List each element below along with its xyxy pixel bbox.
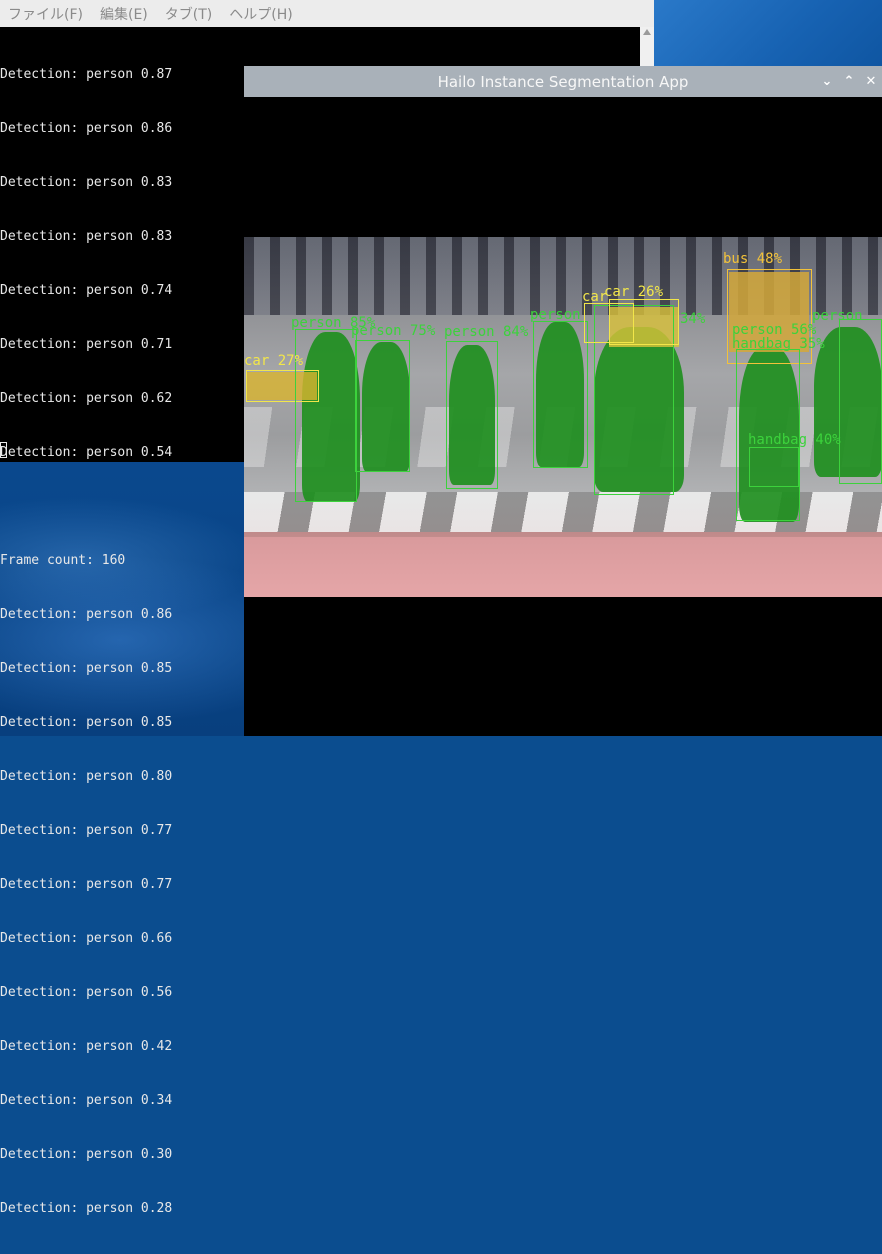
person-bbox bbox=[839, 319, 882, 484]
detection-label: person 56% bbox=[732, 322, 817, 338]
maximize-button[interactable]: ⌃ bbox=[840, 72, 858, 90]
menu-tab[interactable]: タブ(T) bbox=[157, 4, 221, 24]
terminal-line: Detection: person 0.56 bbox=[0, 985, 173, 1000]
menu-file[interactable]: ファイル(F) bbox=[0, 4, 92, 24]
menu-edit[interactable]: 編集(E) bbox=[92, 4, 157, 24]
person-bbox bbox=[446, 341, 498, 489]
detection-label: car 26% bbox=[604, 284, 664, 300]
person-bbox bbox=[533, 321, 588, 468]
terminal-menubar: ファイル(F) 編集(E) タブ(T) ヘルプ(H) bbox=[0, 0, 654, 27]
sidewalk bbox=[244, 537, 882, 597]
app-titlebar[interactable]: Hailo Instance Segmentation App ⌄ ⌃ ✕ bbox=[244, 66, 882, 97]
video-frame: car 27% person 85% person 75% person 84%… bbox=[244, 237, 882, 597]
detection-label: car 27% bbox=[244, 353, 304, 369]
terminal-line: Detection: person 0.66 bbox=[0, 931, 173, 946]
terminal-line: Detection: person 0.30 bbox=[0, 1147, 173, 1162]
terminal-line: Detection: person 0.34 bbox=[0, 1093, 173, 1108]
person-bbox bbox=[355, 340, 410, 472]
terminal-line: Detection: person 0.42 bbox=[0, 1039, 173, 1054]
close-button[interactable]: ✕ bbox=[862, 72, 880, 90]
terminal-line: Detection: person 0.77 bbox=[0, 823, 173, 838]
detection-label: person 84% bbox=[444, 324, 529, 340]
menu-help[interactable]: ヘルプ(H) bbox=[221, 4, 301, 24]
detection-label: 34% bbox=[680, 311, 706, 327]
terminal-line: Detection: person 0.28 bbox=[0, 1201, 173, 1216]
terminal-cursor bbox=[0, 442, 7, 458]
handbag-bbox bbox=[749, 447, 799, 487]
person-bbox bbox=[295, 329, 357, 502]
desktop-wallpaper-corner bbox=[654, 0, 882, 66]
terminal-line: Detection: person 0.77 bbox=[0, 877, 173, 892]
detection-label: person bbox=[530, 307, 581, 323]
minimize-button[interactable]: ⌄ bbox=[818, 72, 836, 90]
detection-label: person 75% bbox=[351, 323, 436, 339]
window-title: Hailo Instance Segmentation App bbox=[437, 72, 689, 91]
scroll-up-arrow-icon[interactable] bbox=[643, 29, 651, 35]
detection-label: handbag 35% bbox=[732, 336, 825, 352]
car-bbox bbox=[609, 299, 679, 345]
detection-label: person bbox=[812, 308, 863, 324]
terminal-line: Detection: person 0.80 bbox=[0, 769, 173, 784]
detection-label: handbag 40% bbox=[748, 432, 841, 448]
detection-label: bus 48% bbox=[723, 251, 783, 267]
hailo-app-window: Hailo Instance Segmentation App ⌄ ⌃ ✕ ca… bbox=[244, 66, 882, 736]
